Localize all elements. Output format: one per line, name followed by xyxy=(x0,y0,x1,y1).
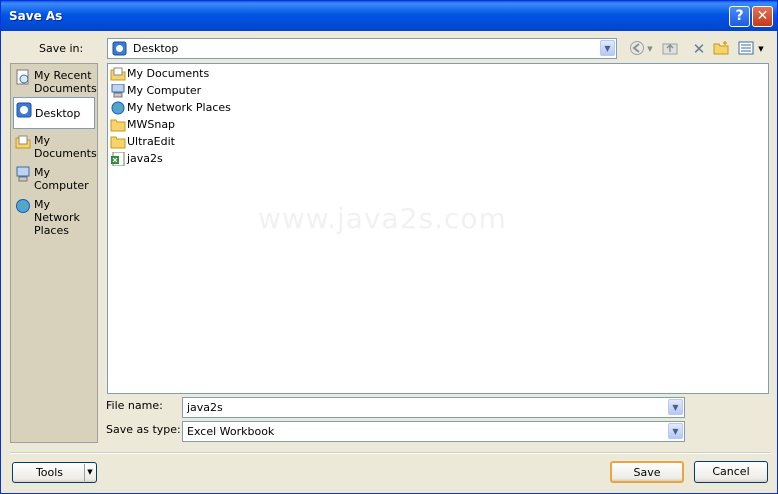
chevron-down-icon[interactable]: ▼ xyxy=(668,399,683,415)
chevron-down-icon[interactable]: ▼ xyxy=(600,40,615,56)
place-network-places[interactable]: My Network Places xyxy=(13,194,95,237)
places-bar: My Recent Documents Desktop My Documents… xyxy=(10,63,98,443)
tools-label: Tools xyxy=(35,466,64,479)
tools-button[interactable]: Tools ▼ xyxy=(12,462,97,483)
delete-icon[interactable]: ✕ xyxy=(690,40,708,58)
file-name-label: File name: xyxy=(106,399,163,412)
back-dropdown-icon[interactable]: ▼ xyxy=(645,40,655,58)
place-label: My Documents xyxy=(34,134,97,160)
cancel-button[interactable]: Cancel xyxy=(694,461,768,483)
new-folder-icon[interactable] xyxy=(712,40,730,58)
help-button[interactable]: ? xyxy=(729,6,750,27)
place-label: My Computer xyxy=(34,166,89,192)
file-name-value: java2s xyxy=(187,401,223,414)
place-recent-documents[interactable]: My Recent Documents xyxy=(13,65,97,97)
watermark: www.java2s.com xyxy=(258,202,507,235)
save-in-dropdown[interactable]: Desktop ▼ xyxy=(107,38,617,59)
back-icon[interactable] xyxy=(628,40,646,58)
folder-icon xyxy=(110,136,126,149)
save-as-dialog: Save As ? ✕ Save in: Desktop ▼ ▼ ✕ ▼ My … xyxy=(0,0,778,494)
file-list[interactable]: www.java2s.com My Documents My Computer … xyxy=(107,63,769,394)
place-desktop[interactable]: Desktop xyxy=(13,97,95,129)
place-label: My Network Places xyxy=(34,198,80,237)
save-as-type-label: Save as type: xyxy=(106,423,181,436)
save-button[interactable]: Save xyxy=(610,461,684,483)
save-in-value: Desktop xyxy=(133,42,179,55)
save-as-type-dropdown[interactable]: Excel Workbook ▼ xyxy=(182,421,685,442)
up-folder-icon[interactable] xyxy=(661,40,679,58)
excel-file-icon xyxy=(111,152,125,166)
chevron-down-icon[interactable]: ▼ xyxy=(84,464,95,481)
close-button[interactable]: ✕ xyxy=(752,6,773,27)
file-name: UltraEdit xyxy=(127,135,175,148)
file-name: java2s xyxy=(127,152,163,165)
place-my-documents[interactable]: My Documents xyxy=(13,130,97,162)
place-label: My Recent Documents xyxy=(34,69,97,95)
folder-icon xyxy=(110,119,126,132)
title-bar[interactable]: Save As ? ✕ xyxy=(1,1,777,31)
dialog-title: Save As xyxy=(9,9,63,23)
my-computer-icon xyxy=(16,166,30,182)
file-name: My Computer xyxy=(127,84,202,97)
file-name: My Network Places xyxy=(127,101,231,114)
network-places-icon xyxy=(111,101,125,115)
my-documents-icon xyxy=(15,135,31,149)
network-places-icon xyxy=(16,199,30,213)
save-as-type-value: Excel Workbook xyxy=(187,425,275,438)
divider xyxy=(10,452,770,454)
views-dropdown-icon[interactable]: ▼ xyxy=(756,40,766,58)
chevron-down-icon[interactable]: ▼ xyxy=(668,423,683,439)
save-in-label: Save in: xyxy=(39,42,84,55)
my-documents-icon xyxy=(110,67,126,81)
file-name-field[interactable]: java2s ▼ xyxy=(182,397,685,418)
place-my-computer[interactable]: My Computer xyxy=(13,162,95,194)
desktop-icon xyxy=(112,41,127,56)
desktop-icon xyxy=(16,102,32,118)
recent-docs-icon xyxy=(16,69,29,85)
file-name: MWSnap xyxy=(127,118,176,131)
views-icon[interactable] xyxy=(737,40,755,58)
place-label: Desktop xyxy=(35,107,81,120)
my-computer-icon xyxy=(111,84,125,98)
file-name: My Documents xyxy=(127,67,210,80)
